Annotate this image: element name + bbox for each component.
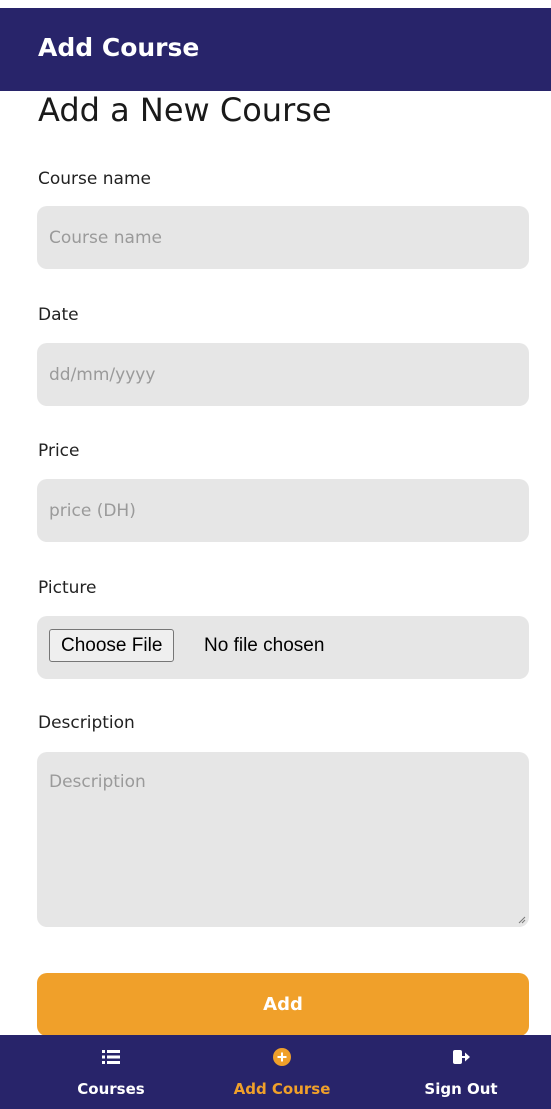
app-header-title: Add Course <box>38 33 200 62</box>
list-icon <box>102 1050 120 1064</box>
nav-label-courses: Courses <box>77 1080 145 1098</box>
description-label: Description <box>38 713 135 733</box>
resize-grip-icon[interactable] <box>518 916 526 924</box>
course-name-field-box <box>37 206 529 269</box>
course-name-label: Course name <box>38 169 151 189</box>
app-header: Add Course <box>0 8 551 91</box>
nav-item-courses[interactable]: Courses <box>41 1035 181 1109</box>
bottom-nav: Courses Add Course Sign Out <box>0 1035 551 1109</box>
add-circle-icon <box>273 1048 291 1066</box>
price-label: Price <box>38 441 80 461</box>
page-title: Add a New Course <box>38 91 332 129</box>
sign-out-icon <box>453 1050 470 1064</box>
price-field-box <box>37 479 529 542</box>
nav-label-sign-out: Sign Out <box>424 1080 498 1098</box>
nav-item-sign-out[interactable]: Sign Out <box>391 1035 531 1109</box>
nav-item-add-course[interactable]: Add Course <box>212 1035 352 1109</box>
date-field-box <box>37 343 529 406</box>
add-button[interactable]: Add <box>37 973 529 1036</box>
course-name-input[interactable] <box>37 206 529 269</box>
date-label: Date <box>38 305 79 325</box>
picture-label: Picture <box>38 578 97 598</box>
file-status-text: No file chosen <box>204 635 325 656</box>
choose-file-button[interactable]: Choose File <box>49 629 175 662</box>
date-input[interactable] <box>37 343 529 406</box>
description-field-box <box>37 752 529 927</box>
nav-label-add-course: Add Course <box>233 1080 331 1098</box>
picture-field-box: Choose File No file chosen <box>37 616 529 679</box>
price-input[interactable] <box>37 479 529 542</box>
description-textarea[interactable] <box>37 752 529 927</box>
top-strip <box>0 0 551 8</box>
